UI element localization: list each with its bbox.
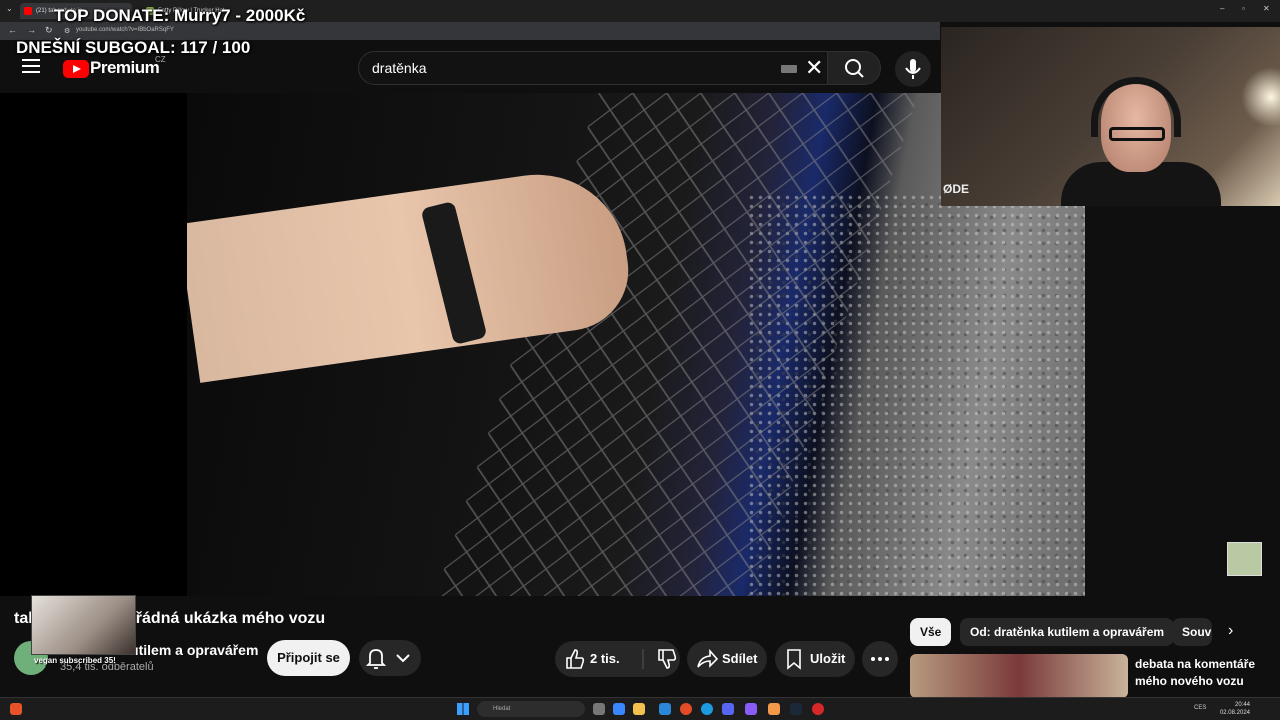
more-actions-button[interactable] [862,641,898,677]
notification-bell-button[interactable] [359,640,421,676]
back-icon[interactable]: ← [8,25,17,35]
search-input[interactable]: dratěnka ✕ [358,51,828,85]
chip-related[interactable]: Souv [1172,618,1212,646]
forward-icon[interactable]: → [27,25,36,35]
lamp-light [1241,67,1280,127]
clock-date: 02.08.2024 [1219,710,1250,716]
steam-icon[interactable] [790,703,802,715]
bell-icon [365,649,410,669]
close-window-button[interactable]: ✕ [1263,4,1270,13]
microphone-brand-label: ØDE [943,182,970,196]
voice-search-button[interactable] [895,51,931,87]
join-button[interactable]: Připojit se [267,640,350,676]
weather-widget-icon[interactable] [10,703,22,715]
subgoal-overlay: DNEŠNÍ SUBGOAL: 117 / 100 [16,38,251,57]
discord-icon[interactable] [722,703,734,715]
edge-icon[interactable] [701,703,713,715]
subscriber-alert-text: vegan subscribed 35! [34,656,116,665]
maximize-button[interactable]: ▫ [1242,4,1245,13]
store-icon[interactable] [659,703,671,715]
site-info-icon[interactable]: ⚙ [64,27,70,35]
channel-badge-image [1227,542,1262,576]
clock-time: 20:44 [1234,702,1250,708]
more-horizontal-icon [871,657,889,661]
youtube-logo-icon[interactable] [63,60,89,78]
chrome-alt-icon[interactable] [812,703,824,715]
search-icon [845,59,864,78]
bookmark-icon [787,649,801,670]
start-menu-icon[interactable] [457,703,469,715]
url-field[interactable]: youtube.com/watch?v=IBbOaRSqFY [76,27,174,33]
keyboard-icon[interactable] [781,65,797,73]
language-indicator[interactable]: CES [1194,705,1206,711]
share-label: Sdílet [722,651,758,666]
save-label: Uložit [810,651,846,666]
chip-from-channel[interactable]: Od: dratěnka kutilem a opravářem [960,618,1175,646]
windows-taskbar: Hledat CES 20:44 02.08.2024 [0,697,1280,720]
search-value[interactable]: dratěnka [372,60,426,76]
share-button[interactable]: Sdílet [687,641,767,677]
share-icon [697,648,719,668]
subscriber-alert-image [31,595,136,655]
like-count[interactable]: 2 tis. [590,641,620,677]
task-view-icon[interactable] [593,703,605,715]
chips-next-arrow-icon[interactable]: › [1228,622,1233,640]
minimize-button[interactable]: – [1220,4,1224,13]
save-button[interactable]: Uložit [775,641,855,677]
premium-wordmark[interactable]: Premium [90,58,160,78]
youtube-favicon-icon [24,7,32,15]
search-button[interactable] [827,51,881,85]
cloud-app-icon[interactable] [768,703,780,715]
recommended-video-thumbnail[interactable] [910,654,1128,698]
taskbar-search-input[interactable]: Hledat [477,701,585,717]
microphone-icon [905,59,921,79]
file-explorer-icon[interactable] [633,703,645,715]
recommended-video-title[interactable]: debata na komentáře mého nového vozu [1135,656,1275,690]
clear-search-icon[interactable]: ✕ [805,55,823,81]
chrome-icon[interactable] [680,703,692,715]
glasses [1109,127,1165,141]
top-donate-overlay: TOP DONATE: Murry7 - 2000Kč [54,6,306,25]
widgets-icon[interactable] [613,703,625,715]
system-clock[interactable]: 20:44 02.08.2024 [1220,701,1250,717]
reload-icon[interactable]: ↻ [45,25,53,36]
chip-all[interactable]: Vše [910,618,952,646]
thumbs-down-icon [658,649,677,669]
like-dislike-group: 2 tis. [555,641,680,677]
obs-icon[interactable] [745,703,757,715]
hamburger-menu-icon[interactable] [22,59,40,73]
tab-list-icon[interactable]: ⌄ [6,4,13,13]
webcam-overlay: ØDE [941,27,1280,206]
